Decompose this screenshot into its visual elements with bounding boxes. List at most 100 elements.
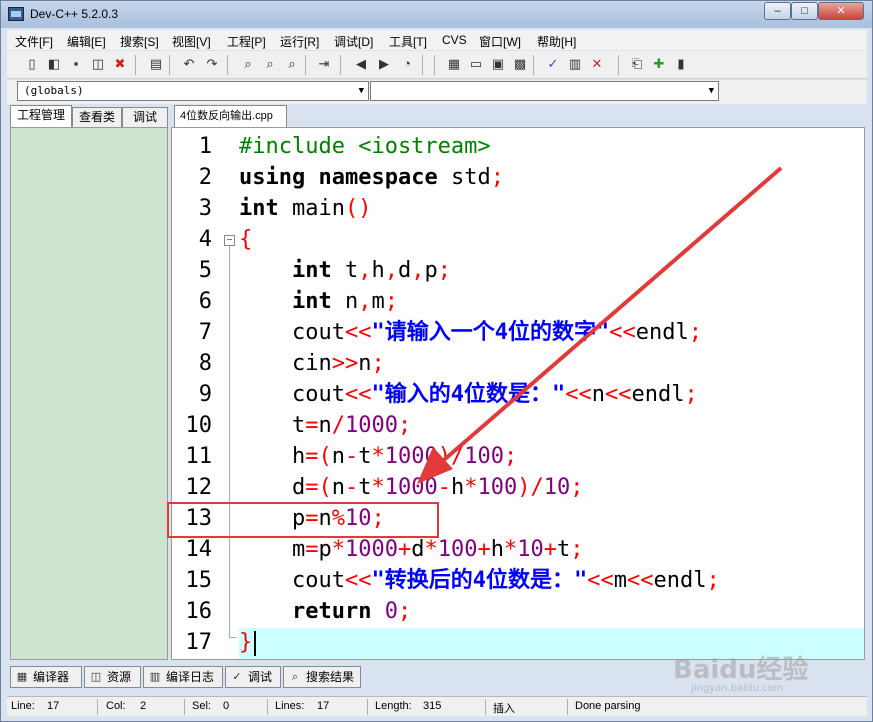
code-editor[interactable]: 1 2 3 4 5 6 7 8 9 10 11 12 13 14 15 16 17 − #include <io… bbox=[171, 127, 865, 660]
undo-icon[interactable]: ↶ bbox=[180, 55, 198, 73]
minimize-button[interactable]: – bbox=[764, 2, 791, 20]
status-message: Done parsing bbox=[575, 700, 641, 712]
line-number: 14 bbox=[185, 537, 213, 562]
close-button[interactable]: ✕ bbox=[818, 2, 864, 20]
bottom-tab[interactable]: ▥ 编译日志 bbox=[143, 666, 223, 688]
code-token: m bbox=[613, 568, 627, 593]
run-icon[interactable]: ▭ bbox=[467, 55, 485, 73]
status-bar: Line: 17 Col: 2 Sel: 0 Lines: 17 Length:… bbox=[7, 696, 867, 716]
app-window: Dev-C++ 5.2.0.3 – □ ✕ 文件[F] 编辑[E] 搜索[S] 视图[… bbox=[0, 0, 873, 722]
bottom-tab[interactable]: ✓ 调试 bbox=[225, 666, 281, 688]
bottom-tab-label: 编译器 bbox=[33, 670, 70, 684]
left-tab[interactable]: 调试 bbox=[122, 107, 168, 127]
save-icon[interactable]: ▪ bbox=[67, 55, 85, 73]
bottom-tab[interactable]: ◫ 资源 bbox=[84, 666, 141, 688]
fold-collapse-icon[interactable]: − bbox=[224, 235, 235, 246]
code-token: + bbox=[477, 537, 491, 562]
code-token: 1000 bbox=[384, 475, 438, 500]
code-line: int main() bbox=[239, 193, 371, 224]
code-token: namespace bbox=[318, 165, 438, 190]
status-divider bbox=[184, 699, 185, 715]
line-number: 12 bbox=[185, 475, 213, 500]
check-icon[interactable]: ✓ bbox=[544, 55, 562, 73]
code-token: = bbox=[305, 537, 319, 562]
save-all-icon[interactable]: ◫ bbox=[89, 55, 107, 73]
file-tab[interactable]: 4位数反向输出.cpp bbox=[174, 105, 287, 127]
print-icon[interactable]: ▤ bbox=[147, 55, 165, 73]
status-sel-value: 0 bbox=[223, 700, 230, 712]
code-token: main bbox=[278, 196, 345, 221]
redo-icon[interactable]: ↷ bbox=[203, 55, 221, 73]
members-combo[interactable]: ▼ bbox=[370, 81, 719, 101]
code-line: cout<<"输入的4位数是："<<n<<endl; bbox=[239, 379, 698, 410]
status-col-label: Col: bbox=[106, 700, 126, 712]
code-token: h bbox=[239, 444, 306, 469]
code-token: =( bbox=[305, 444, 332, 469]
scope-combo[interactable]: (globals) ▼ bbox=[17, 81, 369, 101]
menu-item[interactable]: 运行[R] bbox=[280, 33, 319, 50]
new-file-icon[interactable]: ▯ bbox=[23, 55, 41, 73]
code-line: cout<<"转换后的4位数是："<<m<<endl; bbox=[239, 565, 720, 596]
find-icon[interactable]: ⌕ bbox=[239, 55, 257, 73]
menu-item[interactable]: 工具[T] bbox=[389, 33, 427, 50]
code-token: 1000 bbox=[344, 413, 398, 438]
compile-run-icon[interactable]: ▣ bbox=[489, 55, 507, 73]
code-token: 0 bbox=[384, 599, 398, 624]
chart-icon[interactable]: ▥ bbox=[566, 55, 584, 73]
close-file-icon[interactable]: ✖ bbox=[111, 55, 129, 73]
indent-icon[interactable]: ◀ bbox=[352, 55, 370, 73]
menu-item[interactable]: 窗口[W] bbox=[479, 33, 521, 50]
code-token: , bbox=[411, 258, 425, 283]
code-token: n bbox=[331, 289, 359, 314]
new-project-icon[interactable]: ⎗ bbox=[628, 55, 646, 73]
code-token: ; bbox=[437, 258, 451, 283]
bottom-tab[interactable]: ▦ 编译器 bbox=[10, 666, 82, 688]
code-token: int bbox=[239, 196, 279, 221]
bottom-tab[interactable]: ⌕ 搜索结果 bbox=[283, 666, 361, 688]
left-tab[interactable]: 工程管理 bbox=[10, 105, 72, 127]
add-to-project-icon[interactable]: ✚ bbox=[650, 55, 668, 73]
code-line: m=p*1000+d*100+h*10+t; bbox=[239, 534, 584, 565]
code-token: ; bbox=[706, 568, 720, 593]
menu-item[interactable]: CVS bbox=[442, 33, 467, 47]
replace-icon[interactable]: ⌕ bbox=[261, 55, 279, 73]
watermark-url: jingyan.baidu.com bbox=[691, 683, 784, 694]
code-token: * bbox=[424, 537, 438, 562]
stop-icon[interactable]: ✕ bbox=[588, 55, 606, 73]
code-token: endl bbox=[635, 320, 689, 345]
compile-icon[interactable]: ▦ bbox=[445, 55, 463, 73]
code-token: , bbox=[358, 289, 372, 314]
rebuild-icon[interactable]: ▩ bbox=[511, 55, 529, 73]
menu-item[interactable]: 工程[P] bbox=[227, 33, 266, 50]
menu-item[interactable]: 视图[V] bbox=[172, 33, 211, 50]
status-length-value: 315 bbox=[423, 700, 442, 712]
toggle-comment-icon[interactable]: ◔ bbox=[398, 55, 416, 73]
unindent-icon[interactable]: ▶ bbox=[375, 55, 393, 73]
open-icon[interactable]: ◧ bbox=[45, 55, 63, 73]
bookmark-icon[interactable]: ▮ bbox=[672, 55, 690, 73]
code-token: d bbox=[397, 258, 412, 283]
menu-item[interactable]: 调试[D] bbox=[334, 33, 373, 50]
code-token: << bbox=[344, 568, 372, 593]
code-line: using namespace std; bbox=[239, 162, 504, 193]
menu-item[interactable]: 帮助[H] bbox=[537, 33, 576, 50]
goto-line-icon[interactable]: ⇥ bbox=[315, 55, 333, 73]
left-tab[interactable]: 查看类 bbox=[72, 107, 122, 127]
code-token: ; bbox=[384, 289, 398, 314]
code-line: int n,m; bbox=[239, 286, 398, 317]
menu-item[interactable]: 搜索[S] bbox=[120, 33, 159, 50]
line-number: 5 bbox=[198, 258, 212, 283]
code-token: cin bbox=[239, 351, 332, 376]
menu-item[interactable]: 编辑[E] bbox=[67, 33, 106, 50]
code-token: , bbox=[358, 258, 372, 283]
maximize-button[interactable]: □ bbox=[791, 2, 818, 20]
toolbar-separator bbox=[227, 55, 228, 75]
code-token: 10 bbox=[543, 475, 571, 500]
code-token: d bbox=[239, 475, 306, 500]
find-next-icon[interactable]: ⌕ bbox=[283, 55, 301, 73]
toolbar-separator bbox=[533, 55, 534, 75]
menu-item[interactable]: 文件[F] bbox=[15, 33, 53, 50]
